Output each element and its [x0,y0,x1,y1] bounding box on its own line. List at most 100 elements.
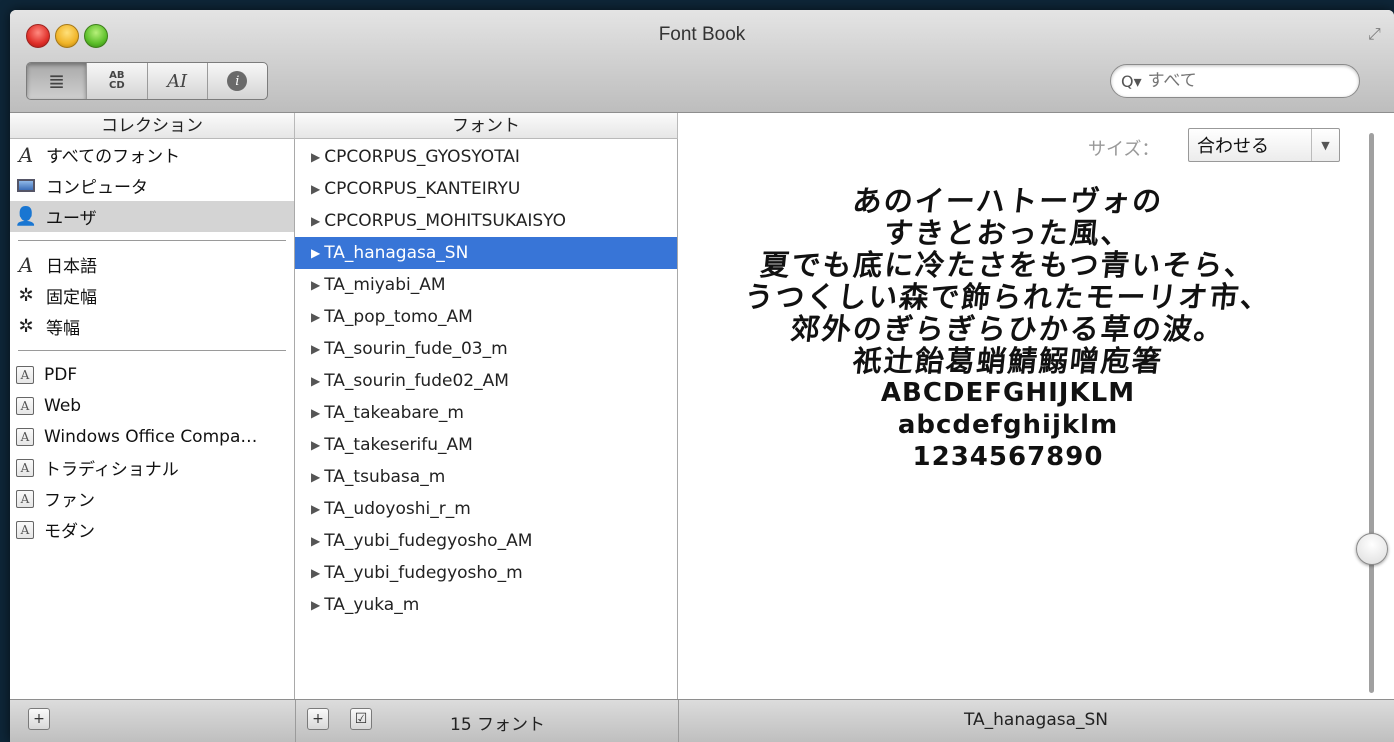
disclosure-triangle-icon[interactable]: ▶ [311,342,320,356]
disclosure-triangle-icon[interactable]: ▶ [311,470,320,484]
font-item[interactable]: ▶ TA_takeserifu_AM [295,429,677,461]
collection-item-monospace[interactable]: ✲ 等幅 [10,311,294,342]
font-item[interactable]: ▶ TA_yubi_fudegyosho_m [295,557,677,589]
font-item-label: TA_tsubasa_m [324,467,446,487]
font-item[interactable]: ▶ TA_miyabi_AM [295,269,677,301]
custom-view-button[interactable]: AI [148,63,208,99]
collection-item-modern[interactable]: A モダン [10,514,294,545]
sample-line: あのイーハトーヴォの [851,184,1165,218]
add-font-button[interactable]: + [307,708,329,730]
disclosure-triangle-icon[interactable]: ▶ [311,374,320,388]
collection-label: 固定幅 [46,288,97,308]
disclosure-triangle-icon[interactable]: ▶ [311,214,320,228]
font-box-icon: A [16,489,34,508]
sample-view-button[interactable]: AB CD [87,63,148,99]
collections-list: A すべてのフォント コンピュータ 👤 ユーザ A 日本語 ✲ 固定幅 ✲ 等幅… [10,139,295,699]
divider [18,240,286,241]
font-item[interactable]: ▶ TA_yubi_fudegyosho_AM [295,525,677,557]
fonts-list: ▶ CPCORPUS_GYOSYOTAI ▶ CPCORPUS_KANTEIRYU … [295,139,678,699]
font-sample-text: あのイーハトーヴォの すきとおった風、 夏でも底に冷たさをもつ青いそら、 うつく… [698,184,1318,473]
disclosure-triangle-icon[interactable]: ▶ [311,278,320,292]
size-select[interactable]: 合わせる ▼ [1188,128,1340,162]
sample-line: すきとおった風、 [882,216,1134,250]
collection-item-traditional[interactable]: A トラディショナル [10,452,294,483]
chevron-down-icon[interactable]: ▼ [1311,129,1339,161]
disclosure-triangle-icon[interactable]: ▶ [311,438,320,452]
search-input[interactable] [1147,71,1338,91]
font-item[interactable]: ▶ CPCORPUS_GYOSYOTAI [295,141,677,173]
font-item[interactable]: ▶ TA_udoyoshi_r_m [295,493,677,525]
font-script-icon: A [18,252,34,277]
user-icon: 👤 [14,206,38,227]
collection-item-computer[interactable]: コンピュータ [10,170,294,201]
collection-label: コンピュータ [46,178,148,198]
collection-label: PDF [44,364,78,385]
search-icon[interactable]: Q▾ [1121,72,1142,91]
disclosure-triangle-icon[interactable]: ▶ [311,502,320,516]
sample-line: うつくしい森で飾られたモーリオ市、 [742,280,1274,314]
collection-label: 等幅 [46,319,80,339]
font-item-selected[interactable]: ▶ TA_hanagasa_SN [295,237,677,269]
collection-item-japanese[interactable]: A 日本語 [10,249,294,280]
window-title: Font Book [658,24,746,45]
font-item-label: TA_sourin_fude_03_m [324,339,508,359]
collection-label: すべてのフォント [46,147,181,167]
font-item[interactable]: ▶ CPCORPUS_MOHITSUKAISYO [295,205,677,237]
collection-item-web[interactable]: A Web [10,390,294,421]
checkbox-icon: ☑ [354,711,368,727]
gear-icon: ✲ [18,285,34,306]
abcd-icon: AB CD [109,70,125,91]
size-slider-knob[interactable] [1356,533,1388,565]
list-view-button[interactable]: ≣ [27,63,88,99]
disclosure-triangle-icon[interactable]: ▶ [311,310,320,324]
disclosure-triangle-icon[interactable]: ▶ [311,534,320,548]
fullscreen-icon[interactable]: ⤢ [1368,24,1386,43]
font-item-label: TA_yubi_fudegyosho_m [324,563,523,583]
disclosure-triangle-icon[interactable]: ▶ [311,150,320,164]
collection-label: ファン [44,491,95,511]
sample-line: 祇辻飴葛蛸鯖鰯噌庖箸 [851,344,1165,378]
font-item[interactable]: ▶ TA_tsubasa_m [295,461,677,493]
info-view-button[interactable]: i [208,63,267,99]
collection-label: トラディショナル [44,460,179,480]
add-collection-button[interactable]: + [28,708,50,730]
collection-item-all-fonts[interactable]: A すべてのフォント [10,139,294,170]
size-slider-track[interactable] [1369,133,1374,693]
font-item[interactable]: ▶ TA_sourin_fude_03_m [295,333,677,365]
search-field[interactable]: Q▾ [1110,64,1360,98]
disclosure-triangle-icon[interactable]: ▶ [311,566,320,580]
collections-header[interactable]: コレクション [10,113,295,139]
font-item-label: TA_takeabare_m [324,403,464,423]
font-item-label: TA_pop_tomo_AM [324,307,473,327]
font-box-icon: A [16,458,34,477]
font-item[interactable]: ▶ TA_pop_tomo_AM [295,301,677,333]
collection-label: モダン [44,522,95,542]
fonts-header[interactable]: フォント [295,113,678,139]
font-item[interactable]: ▶ TA_sourin_fude02_AM [295,365,677,397]
collection-item-windows-office[interactable]: A Windows Office Compa… [10,421,294,452]
view-segmented-control: ≣ AB CD AI i [26,62,268,100]
font-item[interactable]: ▶ CPCORPUS_KANTEIRYU [295,173,677,205]
size-select-value: 合わせる [1197,136,1269,157]
font-item[interactable]: ▶ TA_takeabare_m [295,397,677,429]
collection-item-pdf[interactable]: A PDF [10,359,294,390]
sample-line: 1234567890 [912,442,1104,472]
disclosure-triangle-icon[interactable]: ▶ [311,598,320,612]
disclosure-triangle-icon[interactable]: ▶ [311,406,320,420]
plus-icon: + [33,711,45,727]
validate-font-button[interactable]: ☑ [350,708,372,730]
collection-item-fun[interactable]: A ファン [10,483,294,514]
font-item[interactable]: ▶ TA_yuka_m [295,589,677,621]
disclosure-triangle-icon[interactable]: ▶ [311,182,320,196]
disclosure-triangle-icon[interactable]: ▶ [311,246,320,260]
font-item-label: TA_miyabi_AM [324,275,446,295]
collection-label: Windows Office Compa… [44,426,258,447]
font-item-label: CPCORPUS_MOHITSUKAISYO [324,211,566,231]
sample-line: 郊外のぎらぎらひかる草の波。 [789,312,1227,346]
collection-item-fixed-width[interactable]: ✲ 固定幅 [10,280,294,311]
selected-font-name: TA_hanagasa_SN [963,710,1109,730]
font-box-icon: A [16,520,34,539]
font-preview-pane: サイズ： 合わせる ▼ あのイーハトーヴォの すきとおった風、 夏でも底に冷たさ… [678,113,1394,699]
collection-item-user[interactable]: 👤 ユーザ [10,201,294,232]
font-box-icon: A [16,365,34,384]
